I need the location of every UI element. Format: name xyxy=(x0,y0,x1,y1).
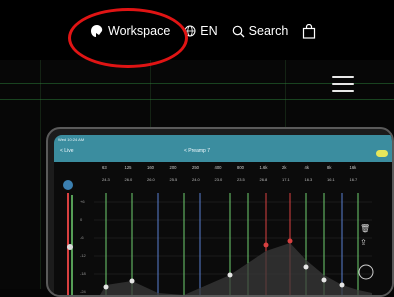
tablet-device-image: Wed 10:24 AM < Live < Preamp 7 63 125 160 2… xyxy=(46,127,394,297)
search-label: Search xyxy=(248,24,289,38)
language-selector[interactable]: EN xyxy=(184,24,218,38)
workspace-label: Workspace xyxy=(108,24,171,38)
eq-fader-display: 🗑 ⇪ xyxy=(63,180,374,295)
top-nav-links: Workspace EN Search xyxy=(90,20,316,42)
search-link[interactable]: Search xyxy=(232,24,289,38)
language-label: EN xyxy=(200,24,218,38)
eq-band-handle[interactable] xyxy=(287,238,293,244)
grid-line xyxy=(0,99,394,100)
circle-control-button[interactable] xyxy=(358,264,374,280)
top-navigation-bar: Workspace EN Search xyxy=(0,0,394,68)
globe-icon xyxy=(184,25,196,37)
workspace-link[interactable]: Workspace xyxy=(90,24,170,38)
eq-band-handle[interactable] xyxy=(129,278,135,284)
share-icon[interactable]: ⇪ xyxy=(360,238,367,247)
eq-band-handle[interactable] xyxy=(321,277,327,283)
cart-button[interactable] xyxy=(302,23,316,39)
workspace-logo-icon xyxy=(90,24,104,38)
shopping-bag-icon xyxy=(302,23,316,39)
eq-band-handle[interactable] xyxy=(263,242,269,248)
tablet-screen: Wed 10:24 AM < Live < Preamp 7 63 125 160 2… xyxy=(54,135,392,295)
eq-band-handle[interactable] xyxy=(339,282,345,288)
grid-line xyxy=(40,40,41,289)
hamburger-menu-icon[interactable] xyxy=(332,76,354,92)
eq-band-handle[interactable] xyxy=(227,272,233,278)
trash-icon[interactable]: 🗑 xyxy=(360,224,370,233)
channel-color-knob[interactable] xyxy=(63,180,73,190)
fader-handle[interactable] xyxy=(67,244,73,250)
eq-band-handle[interactable] xyxy=(303,264,309,270)
search-icon xyxy=(232,25,245,38)
